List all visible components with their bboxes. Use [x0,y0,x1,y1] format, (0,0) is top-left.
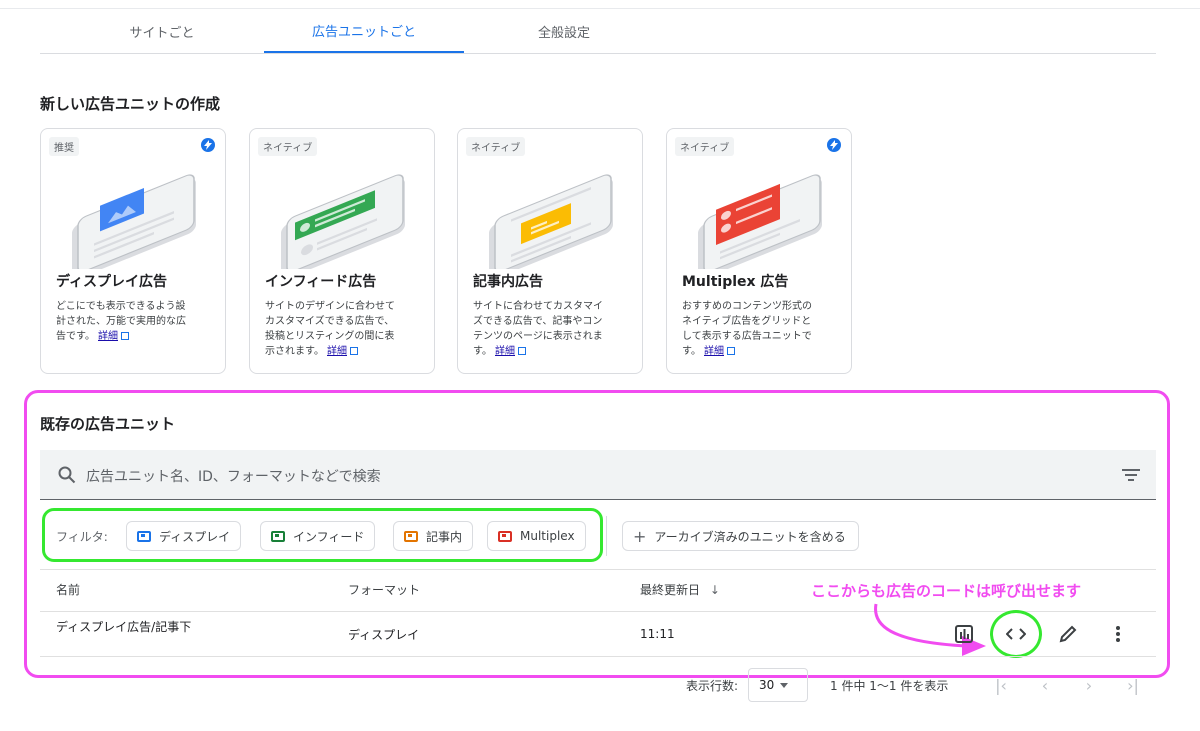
card-description: おすすめのコンテンツ形式の ネイティブ広告をグリッドと して表示する広告ユニット… [682,301,812,357]
search-bar[interactable]: 広告ユニット名、ID、フォーマットなどで検索 [40,450,1156,500]
previous-page-icon[interactable]: ‹ [1034,674,1056,696]
top-divider [0,8,1200,9]
filter-list-icon[interactable] [1122,468,1140,482]
filter-divider [606,516,607,556]
details-link[interactable]: 詳細 [327,346,347,357]
row-name[interactable]: ディスプレイ広告/記事下 [56,618,191,635]
row-updated: 11:11 [640,627,675,641]
table-bottom-divider [40,656,1156,657]
details-link[interactable]: 詳細 [704,346,724,357]
card-tag: ネイティブ [258,137,318,156]
filter-chip-display[interactable]: ディスプレイ [126,521,242,551]
card-description: サイトのデザインに合わせて カスタマイズできる広告で、 投稿とリスティングの間に… [265,301,395,357]
display-unit-icon [137,530,151,542]
rows-per-page-label: 表示行数: [686,679,739,693]
multiplex-ad-illustration [698,174,822,269]
code-icon[interactable] [1004,622,1028,646]
card-description: どこにでも表示できるよう設 計された、万能で実用的な広 告です。 詳細 [56,301,186,342]
card-inarticle-ad[interactable]: ネイティブ 記事内広告 サイトに合わせてカスタマイ ズできる広告で、記事やコン … [457,128,643,374]
infeed-unit-icon [271,530,285,542]
plus-icon: + [633,526,647,546]
column-header-format[interactable]: フォーマット [348,581,420,598]
card-multiplex-ad[interactable]: ネイティブ Multiplex 広告 おすすめのコンテンツ形式の ネイティブ広告… [666,128,852,374]
include-archived-button[interactable]: + アーカイブ済みのユニットを含める [622,521,859,551]
display-ad-illustration [72,174,196,269]
last-page-icon[interactable]: ›| [1122,674,1144,696]
create-section-title: 新しい広告ユニットの作成 [40,95,221,113]
next-page-icon[interactable]: › [1078,674,1100,696]
external-link-icon [121,332,129,340]
inarticle-ad-illustration [489,174,613,269]
external-link-icon [727,347,735,355]
details-link[interactable]: 詳細 [98,331,118,342]
card-description: サイトに合わせてカスタマイ ズできる広告で、記事やコン テンツのページに表示され… [473,301,603,357]
filter-chip-multiplex[interactable]: Multiplex [487,521,586,551]
arrow-down-icon: ↓ [709,583,720,597]
column-header-name[interactable]: 名前 [56,581,80,598]
first-page-icon[interactable]: |‹ [990,674,1012,696]
search-input[interactable]: 広告ユニット名、ID、フォーマットなどで検索 [86,466,381,486]
card-infeed-ad[interactable]: ネイティブ インフィード広告 サイトのデザインに合わせて カスタマイズできる広告… [249,128,435,374]
report-icon[interactable] [952,622,976,646]
pagination-range: 1 件中 1〜1 件を表示 [830,679,949,693]
filter-chip-infeed[interactable]: インフィード [260,521,376,551]
filter-label: フィルタ: [56,530,108,544]
inarticle-unit-icon [404,530,418,542]
caret-down-icon [780,682,789,688]
card-tag: 推奨 [49,137,79,156]
card-tag: ネイティブ [675,137,735,156]
details-link[interactable]: 詳細 [495,346,515,357]
card-title: Multiplex 広告 [682,274,789,290]
card-title: インフィード広告 [265,274,377,290]
multiplex-unit-icon [498,530,512,542]
existing-section-title: 既存の広告ユニット [40,415,176,433]
more-vert-icon[interactable] [1106,622,1130,646]
filter-chip-inarticle[interactable]: 記事内 [393,521,474,551]
table-top-divider [40,569,1156,570]
bolt-icon [827,138,841,152]
tab-general-settings[interactable]: 全般設定 [464,10,664,53]
tab-bar: サイトごと 広告ユニットごと 全般設定 [40,10,1156,54]
tab-by-site[interactable]: サイトごと [62,10,262,53]
bolt-icon [201,138,215,152]
card-display-ad[interactable]: 推奨 ディスプレイ広告 どこにでも表示できるよう設 計された、万能で実用的な広 … [40,128,226,374]
column-header-updated[interactable]: 最終更新日 ↓ [640,581,720,598]
card-tag: ネイティブ [466,137,526,156]
edit-icon[interactable] [1056,622,1080,646]
card-title: ディスプレイ広告 [56,274,168,290]
card-title: 記事内広告 [473,274,543,290]
search-icon [58,466,76,484]
tab-by-ad-unit[interactable]: 広告ユニットごと [264,10,464,53]
rows-per-page-select[interactable]: 30 [748,668,808,702]
external-link-icon [518,347,526,355]
external-link-icon [350,347,358,355]
infeed-ad-illustration [281,174,405,269]
row-format: ディスプレイ [348,628,420,642]
